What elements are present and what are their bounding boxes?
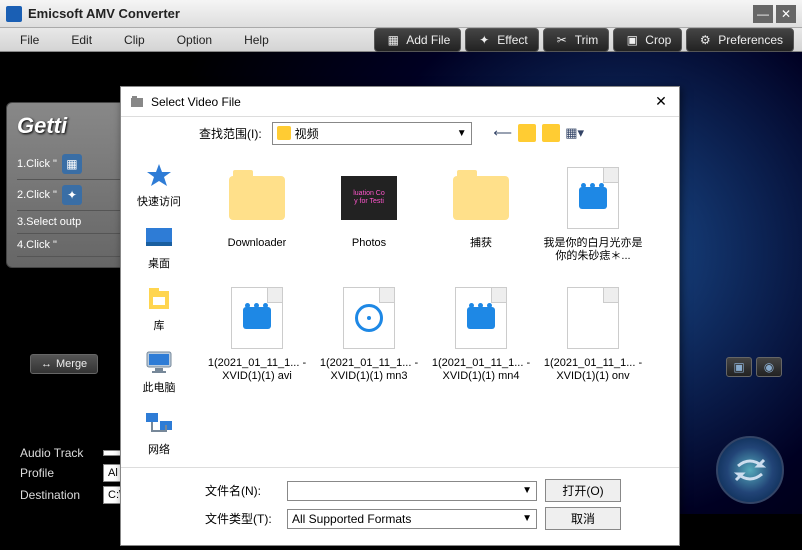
add-file-button[interactable]: ▦Add File bbox=[374, 28, 461, 52]
dialog-icon bbox=[129, 94, 145, 110]
network-icon bbox=[144, 409, 174, 439]
sidebar-thispc[interactable]: 此电脑 bbox=[121, 343, 197, 403]
video-file-icon bbox=[231, 287, 283, 349]
chevron-down-icon: ▼ bbox=[522, 513, 532, 524]
preferences-button[interactable]: ⚙Preferences bbox=[686, 28, 794, 52]
filename-input[interactable]: ▼ bbox=[287, 481, 537, 501]
file-item[interactable]: 1(2021_01_11_1... - XVID(1)(1) mn4 bbox=[425, 277, 537, 397]
cancel-button[interactable]: 取消 bbox=[545, 507, 621, 530]
folder-icon bbox=[277, 126, 291, 140]
up-folder-button[interactable] bbox=[518, 124, 536, 142]
folder-icon bbox=[453, 176, 509, 220]
filename-label: 文件名(N): bbox=[205, 482, 279, 499]
audio-file-icon bbox=[343, 287, 395, 349]
close-button[interactable]: ✕ bbox=[776, 5, 796, 23]
profile-label: Profile bbox=[20, 466, 95, 480]
window-title: Emicsoft AMV Converter bbox=[28, 6, 750, 21]
menubar: File Edit Clip Option Help ▦Add File ✦Ef… bbox=[0, 28, 802, 52]
chevron-down-icon: ▼ bbox=[522, 485, 532, 496]
trim-icon: ✂ bbox=[554, 33, 570, 47]
libraries-icon bbox=[144, 285, 174, 315]
lookin-label: 查找范围(I): bbox=[199, 125, 262, 142]
merge-bar: ↔Merge bbox=[30, 354, 98, 374]
dialog-toolbar: 查找范围(I): 视频 ▼ ⟵ ▦▾ bbox=[121, 117, 679, 149]
back-button[interactable]: ⟵ bbox=[494, 124, 512, 142]
file-dialog: Select Video File ✕ 查找范围(I): 视频 ▼ ⟵ ▦▾ 快… bbox=[120, 86, 680, 546]
dialog-bottom: 文件名(N): ▼ 打开(O) 文件类型(T): All Supported F… bbox=[121, 467, 679, 545]
convert-button[interactable] bbox=[716, 436, 784, 504]
crop-icon: ▣ bbox=[624, 33, 640, 47]
lookin-value: 视频 bbox=[295, 125, 319, 142]
film-icon: ▦ bbox=[62, 154, 82, 174]
view-menu-button[interactable]: ▦▾ bbox=[566, 124, 584, 142]
crop-button[interactable]: ▣Crop bbox=[613, 28, 682, 52]
menu-edit[interactable]: Edit bbox=[55, 30, 108, 50]
sparkle-icon: ✦ bbox=[62, 185, 82, 205]
titlebar: Emicsoft AMV Converter — ✕ bbox=[0, 0, 802, 28]
effect-icon: ✦ bbox=[476, 33, 492, 47]
file-list[interactable]: Downloader luation Coy for Testi Photos … bbox=[197, 149, 679, 467]
desktop-icon bbox=[144, 223, 174, 253]
merge-button[interactable]: ↔Merge bbox=[30, 354, 98, 374]
thispc-icon bbox=[144, 347, 174, 377]
file-item[interactable]: 捕获 bbox=[425, 157, 537, 277]
dialog-sidebar: 快速访问 桌面 库 此电脑 网络 bbox=[121, 149, 197, 467]
merge-icon: ↔ bbox=[41, 358, 52, 370]
destination-label: Destination bbox=[20, 488, 95, 502]
preview-controls: ▣ ◉ bbox=[726, 357, 782, 377]
app-icon bbox=[6, 6, 22, 22]
chevron-down-icon: ▼ bbox=[457, 128, 467, 139]
dialog-close-button[interactable]: ✕ bbox=[651, 93, 671, 110]
file-item[interactable]: 1(2021_01_11_1... - XVID(1)(1) onv bbox=[537, 277, 649, 397]
sidebar-quickaccess[interactable]: 快速访问 bbox=[121, 157, 197, 217]
folder-icon bbox=[229, 176, 285, 220]
filetype-combo[interactable]: All Supported Formats▼ bbox=[287, 509, 537, 529]
menu-file[interactable]: File bbox=[4, 30, 55, 50]
dialog-body: 快速访问 桌面 库 此电脑 网络 Downloader bbox=[121, 149, 679, 467]
convert-icon bbox=[732, 452, 768, 488]
sidebar-desktop[interactable]: 桌面 bbox=[121, 219, 197, 279]
dialog-title: Select Video File bbox=[151, 95, 651, 109]
add-file-icon: ▦ bbox=[385, 33, 401, 47]
file-item[interactable]: 我是你的白月光亦是你的朱砂痣＊... bbox=[537, 157, 649, 277]
file-item[interactable]: 1(2021_01_11_1... - XVID(1)(1) avi bbox=[201, 277, 313, 397]
file-item[interactable]: luation Coy for Testi Photos bbox=[313, 157, 425, 277]
file-item[interactable]: Downloader bbox=[201, 157, 313, 277]
preview-video-button[interactable]: ▣ bbox=[726, 357, 752, 377]
new-folder-button[interactable] bbox=[542, 124, 560, 142]
dialog-titlebar: Select Video File ✕ bbox=[121, 87, 679, 117]
minimize-button[interactable]: — bbox=[753, 5, 773, 23]
open-button[interactable]: 打开(O) bbox=[545, 479, 621, 502]
filetype-label: 文件类型(T): bbox=[205, 510, 279, 527]
video-file-icon bbox=[455, 287, 507, 349]
snapshot-button[interactable]: ◉ bbox=[756, 357, 782, 377]
sidebar-libraries[interactable]: 库 bbox=[121, 281, 197, 341]
photos-thumb-icon: luation Coy for Testi bbox=[341, 176, 397, 220]
lookin-combo[interactable]: 视频 ▼ bbox=[272, 122, 472, 145]
menu-option[interactable]: Option bbox=[161, 30, 228, 50]
sidebar-network[interactable]: 网络 bbox=[121, 405, 197, 465]
trim-button[interactable]: ✂Trim bbox=[543, 28, 610, 52]
audio-track-label: Audio Track bbox=[20, 446, 95, 460]
quickaccess-icon bbox=[144, 161, 174, 191]
file-item[interactable]: 1(2021_01_11_1... - XVID(1)(1) mn3 bbox=[313, 277, 425, 397]
preferences-icon: ⚙ bbox=[697, 33, 713, 47]
menu-clip[interactable]: Clip bbox=[108, 30, 161, 50]
generic-file-icon bbox=[567, 287, 619, 349]
video-doc-icon bbox=[567, 167, 619, 229]
menu-help[interactable]: Help bbox=[228, 30, 285, 50]
effect-button[interactable]: ✦Effect bbox=[465, 28, 538, 52]
